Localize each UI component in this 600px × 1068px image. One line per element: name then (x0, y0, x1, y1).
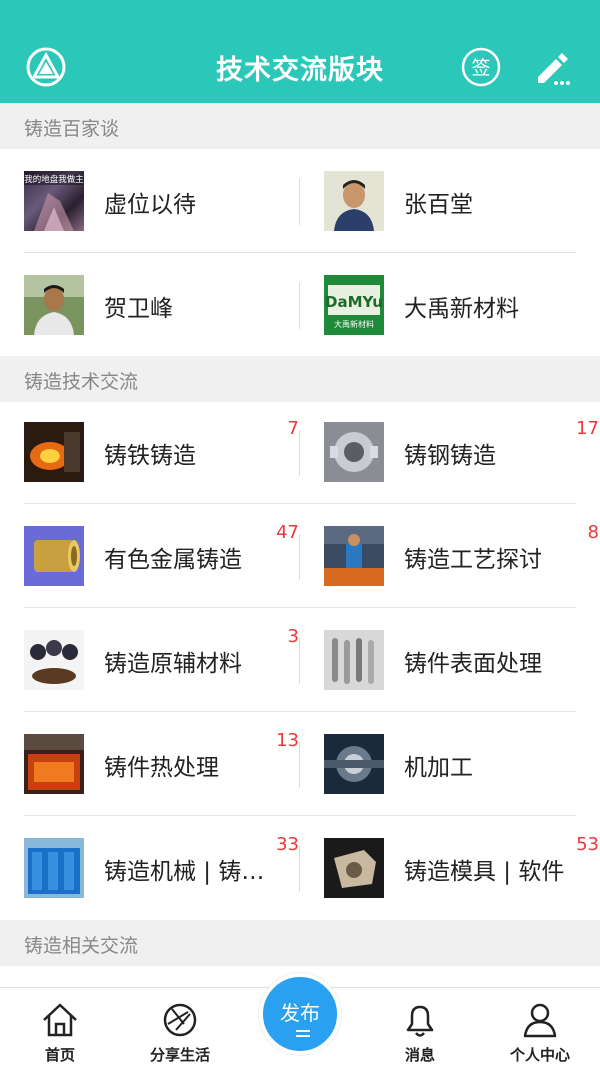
forum-item[interactable]: 铸造模具 | 软件 53 (324, 816, 599, 920)
section-title: 铸造技术交流 (24, 371, 139, 393)
forum-item-label: 铸造原辅材料 (104, 651, 242, 677)
forum-item[interactable]: 铸铁铸造 7 (24, 400, 299, 504)
forum-item-label: 铸造模具 | 软件 (404, 859, 565, 885)
forum-item[interactable]: 有色金属铸造 47 (24, 504, 299, 608)
forum-item-label: 铸造工艺探讨 (404, 547, 542, 573)
forum-thumbnail (324, 630, 384, 690)
forum-item-label: 铸铁铸造 (104, 443, 196, 469)
section-title: 铸造百家谈 (24, 118, 120, 140)
grid-row: 有色金属铸造 47 铸造工艺探讨 8 (0, 504, 600, 608)
forum-item-label: 铸件热处理 (104, 755, 219, 781)
forum-thumbnail (24, 734, 84, 794)
forum-item-label: 有色金属铸造 (104, 547, 242, 573)
edit-icon[interactable] (532, 47, 572, 87)
header-bar: 技术交流版块 签 (0, 0, 600, 103)
publish-bar-icon (296, 1030, 310, 1032)
forum-thumbnail (324, 526, 384, 586)
forum-thumbnail: 我的地盘我做主 (24, 171, 84, 231)
svg-text:签: 签 (471, 57, 490, 79)
forum-item-label: 贺卫峰 (104, 296, 173, 322)
tab-profile[interactable]: 个人中心 (480, 988, 600, 1068)
divider (299, 638, 300, 684)
page-title: 技术交流版块 (216, 55, 384, 86)
grid-row: 贺卫峰 DaMYu 大禹新材料 大禹新材料 (0, 253, 600, 357)
forum-thumbnail (24, 630, 84, 690)
forum-item-label: 张百堂 (404, 192, 473, 218)
grid-row: 铸造机械 | 铸… 33 铸造模具 | 软件 53 (0, 816, 600, 920)
forum-item[interactable]: 铸造机械 | 铸… 33 (24, 816, 299, 920)
count-badge: 7 (287, 418, 299, 439)
section-header: 铸造相关交流 (0, 920, 600, 966)
divider (299, 742, 300, 788)
svg-text:大禹新材料: 大禹新材料 (334, 319, 374, 329)
divider (299, 534, 300, 580)
forum-item[interactable]: 我的地盘我做主 虚位以待 (24, 149, 299, 253)
brand-logo: DaMYu 大禹新材料 (324, 275, 384, 335)
grid-row: 铸造原辅材料 3 铸件表面处理 (0, 608, 600, 712)
tab-home[interactable]: 首页 (0, 988, 120, 1068)
grid-row: 铸件热处理 13 机加工 (0, 712, 600, 816)
tab-messages[interactable]: 消息 (360, 988, 480, 1068)
forum-item-label: 铸件表面处理 (404, 651, 542, 677)
tab-label: 消息 (404, 1046, 435, 1064)
publish-bar-icon (296, 1035, 310, 1037)
forum-item[interactable]: 贺卫峰 (24, 253, 299, 357)
count-badge: 47 (276, 522, 299, 543)
user-icon (523, 1003, 557, 1038)
svg-text:DaMYu: DaMYu (325, 293, 383, 311)
grid-row: 我的地盘我做主 虚位以待 张百堂 (0, 149, 600, 253)
forum-item[interactable]: 铸件热处理 13 (24, 712, 299, 816)
count-badge: 8 (587, 522, 599, 543)
forum-item-label: 大禹新材料 (404, 296, 519, 322)
count-badge: 3 (287, 626, 299, 647)
forum-item-label: 机加工 (404, 755, 473, 781)
count-badge: 13 (276, 730, 299, 751)
avatar (24, 275, 84, 335)
tab-label: 首页 (44, 1046, 75, 1064)
sign-in-icon[interactable]: 签 (461, 47, 501, 87)
count-badge: 33 (276, 834, 299, 855)
home-icon (43, 1003, 77, 1037)
forum-thumbnail (24, 526, 84, 586)
tab-label: 分享生活 (149, 1046, 210, 1064)
forum-item-label: 铸造机械 | 铸… (104, 859, 265, 885)
count-badge: 53 (576, 834, 599, 855)
count-badge: 17 (576, 418, 599, 439)
forum-item[interactable]: 铸钢铸造 17 (324, 400, 599, 504)
forum-item[interactable]: 铸造原辅材料 3 (24, 608, 299, 712)
publish-button[interactable]: 发布 (259, 973, 341, 1055)
tab-share[interactable]: 分享生活 (120, 988, 240, 1068)
forum-item-label: 铸钢铸造 (404, 443, 496, 469)
forum-thumbnail (324, 734, 384, 794)
divider (299, 846, 300, 892)
svg-text:我的地盘我做主: 我的地盘我做主 (24, 174, 84, 185)
forum-item[interactable]: 铸件表面处理 (324, 608, 599, 712)
forum-thumbnail (324, 838, 384, 898)
aperture-icon (163, 1003, 197, 1037)
grid-row: 铸铁铸造 7 铸钢铸造 17 (0, 400, 600, 504)
publish-label: 发布 (280, 1001, 320, 1025)
section-header: 铸造技术交流 (0, 356, 600, 402)
avatar (324, 171, 384, 231)
bell-icon (406, 1005, 434, 1037)
forum-item-label: 虚位以待 (104, 192, 196, 218)
forum-item[interactable]: 张百堂 (324, 149, 599, 253)
section-title: 铸造相关交流 (24, 935, 139, 957)
section-header: 铸造百家谈 (0, 103, 600, 149)
divider (299, 179, 300, 225)
divider (299, 430, 300, 476)
forum-thumbnail (324, 422, 384, 482)
forum-item[interactable]: 铸造工艺探讨 8 (324, 504, 599, 608)
forum-item[interactable]: 机加工 (324, 712, 599, 816)
forum-thumbnail (24, 838, 84, 898)
divider (299, 283, 300, 329)
forum-thumbnail (24, 422, 84, 482)
tab-label: 个人中心 (509, 1046, 570, 1064)
forum-item[interactable]: DaMYu 大禹新材料 大禹新材料 (324, 253, 599, 357)
